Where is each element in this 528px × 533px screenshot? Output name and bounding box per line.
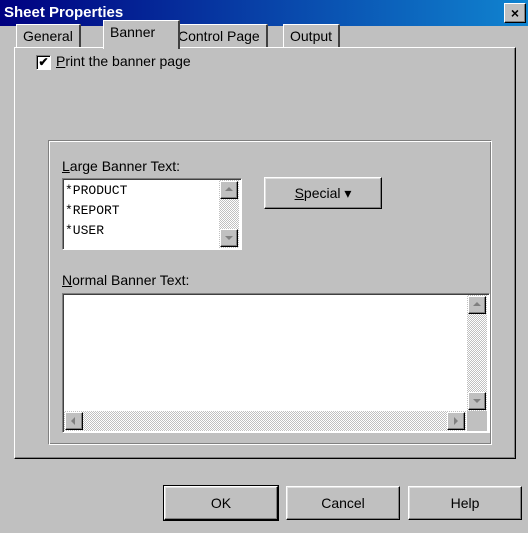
up-arrow-icon <box>473 302 481 306</box>
vertical-scrollbar[interactable] <box>467 295 487 411</box>
scroll-up-button[interactable] <box>468 296 486 314</box>
button-label: Help <box>450 495 480 511</box>
left-arrow-icon <box>71 417 75 425</box>
normal-banner-label: Normal Banner Text: <box>62 272 189 288</box>
dropdown-arrow-icon: ▾ <box>344 185 352 201</box>
scroll-right-button[interactable] <box>447 412 465 430</box>
print-banner-label[interactable]: Print the banner page <box>56 53 191 69</box>
scroll-down-button[interactable] <box>468 392 486 410</box>
button-label: OK <box>210 495 232 511</box>
print-banner-checkbox[interactable]: ✔ <box>36 55 51 70</box>
label-text: ormal Banner Text: <box>72 272 190 288</box>
label-text: arge Banner Text: <box>69 158 181 174</box>
horizontal-scrollbar[interactable] <box>64 411 466 431</box>
mnemonic-letter: N <box>62 272 73 288</box>
large-banner-line: *PRODUCT <box>65 183 128 198</box>
down-arrow-icon <box>473 399 481 403</box>
scroll-up-button[interactable] <box>220 181 238 199</box>
scrollbar-corner <box>467 411 487 431</box>
large-banner-label: Large Banner Text: <box>62 158 180 174</box>
mnemonic-letter: P <box>56 53 66 69</box>
large-banner-line: *USER <box>65 223 105 238</box>
large-banner-textbox[interactable]: *PRODUCT *REPORT *USER <box>62 178 242 250</box>
right-arrow-icon <box>454 417 458 425</box>
normal-banner-textbox[interactable] <box>62 293 490 433</box>
scroll-left-button[interactable] <box>65 412 83 430</box>
large-banner-line: *REPORT <box>65 203 120 218</box>
ok-button[interactable]: OK <box>163 485 279 521</box>
scroll-down-button[interactable] <box>220 229 238 247</box>
cancel-button[interactable]: Cancel <box>286 486 400 520</box>
up-arrow-icon <box>225 187 233 191</box>
button-label: Cancel <box>321 495 365 511</box>
help-button[interactable]: Help <box>408 486 522 520</box>
mnemonic-letter: L <box>62 158 70 174</box>
label-text: rint the banner page <box>65 53 191 69</box>
special-button[interactable]: Special ▾ <box>264 177 382 209</box>
button-label: pecial <box>303 185 341 201</box>
mnemonic-letter: S <box>294 185 304 201</box>
checkmark-icon: ✔ <box>38 55 49 69</box>
large-banner-scrollbar[interactable] <box>219 180 239 248</box>
down-arrow-icon <box>225 236 233 240</box>
